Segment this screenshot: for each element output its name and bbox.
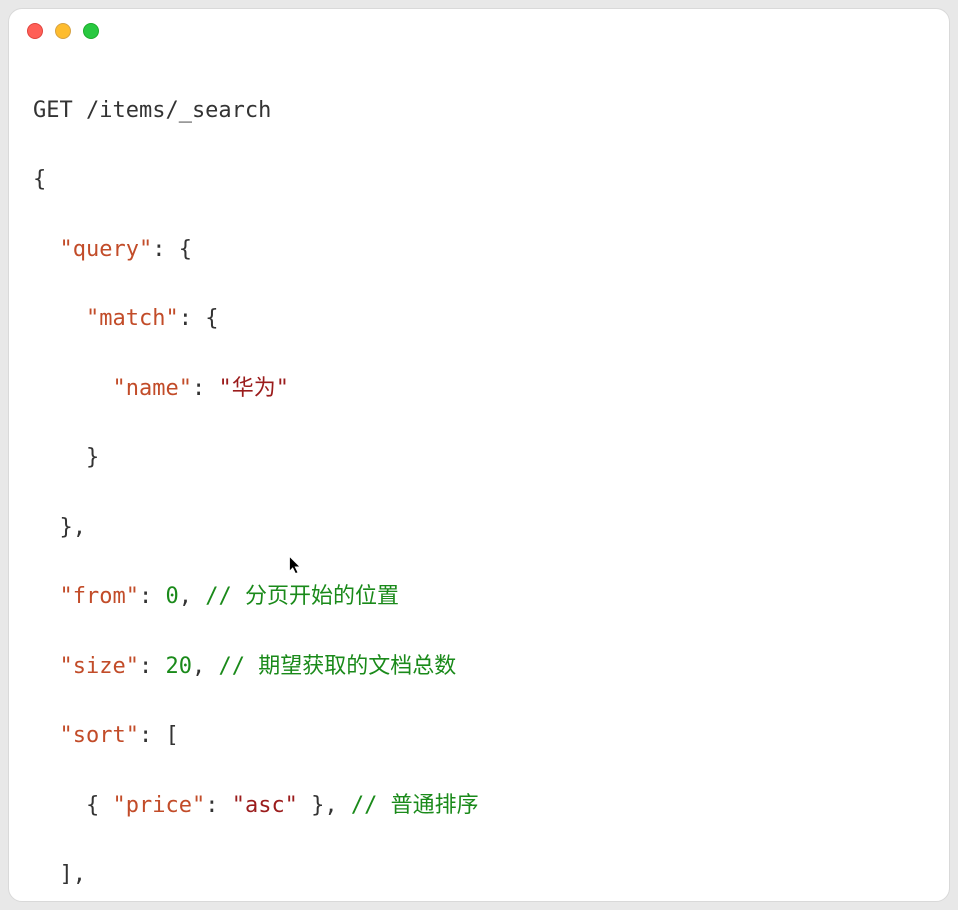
key-size: "size" <box>60 654 139 679</box>
value-size: 20 <box>165 654 192 679</box>
comment-size: // 期望获取的文档总数 <box>218 654 456 679</box>
code-editor[interactable]: GET /items/_search { "query": { "match":… <box>9 53 949 902</box>
key-from: "from" <box>60 584 139 609</box>
brace-open: { <box>33 167 46 192</box>
value-from: 0 <box>165 584 178 609</box>
key-match: "match" <box>86 306 179 331</box>
value-price-order: "asc" <box>232 793 298 818</box>
value-name: "华为" <box>218 376 289 401</box>
request-line: GET /items/_search <box>33 98 271 123</box>
zoom-icon[interactable] <box>83 23 99 39</box>
cursor-icon <box>289 556 303 576</box>
key-query: "query" <box>60 237 153 262</box>
titlebar <box>9 9 949 53</box>
comment-sort: // 普通排序 <box>351 793 479 818</box>
key-sort: "sort" <box>60 723 139 748</box>
close-icon[interactable] <box>27 23 43 39</box>
key-name: "name" <box>112 376 191 401</box>
key-price: "price" <box>112 793 205 818</box>
code-window: GET /items/_search { "query": { "match":… <box>8 8 950 902</box>
comment-from: // 分页开始的位置 <box>205 584 399 609</box>
minimize-icon[interactable] <box>55 23 71 39</box>
